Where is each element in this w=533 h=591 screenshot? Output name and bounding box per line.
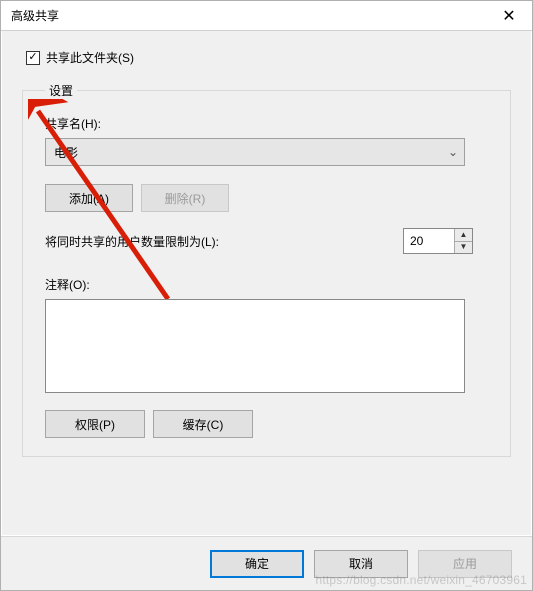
share-folder-label: 共享此文件夹(S) <box>46 49 134 66</box>
settings-group: 设置 共享名(H): 电影 ⌄ 添加(A) 删除(R) 将同时共享的用户数量限制… <box>22 82 511 457</box>
share-name-combobox[interactable]: 电影 ⌄ <box>45 138 465 166</box>
spinner-arrows: ▲ ▼ <box>454 229 472 253</box>
share-name-buttons: 添加(A) 删除(R) <box>45 184 490 212</box>
share-folder-row: ✓ 共享此文件夹(S) <box>26 49 511 66</box>
user-limit-value[interactable]: 20 <box>404 229 454 253</box>
apply-button: 应用 <box>418 550 512 578</box>
user-limit-row: 将同时共享的用户数量限制为(L): 20 ▲ ▼ <box>45 228 473 254</box>
cancel-button[interactable]: 取消 <box>314 550 408 578</box>
perm-cache-row: 权限(P) 缓存(C) <box>45 410 490 438</box>
ok-button[interactable]: 确定 <box>210 550 304 578</box>
remove-button: 删除(R) <box>141 184 229 212</box>
comment-label: 注释(O): <box>45 276 490 293</box>
chevron-down-icon: ⌄ <box>448 145 458 159</box>
user-limit-label: 将同时共享的用户数量限制为(L): <box>45 233 219 250</box>
cache-button[interactable]: 缓存(C) <box>153 410 253 438</box>
share-folder-checkbox[interactable]: ✓ <box>26 51 40 65</box>
share-name-value: 电影 <box>54 144 78 161</box>
dialog-content: ✓ 共享此文件夹(S) 设置 共享名(H): 电影 ⌄ 添加(A) 删除(R) … <box>1 31 532 536</box>
check-icon: ✓ <box>28 52 37 63</box>
add-button[interactable]: 添加(A) <box>45 184 133 212</box>
advanced-sharing-dialog: 高级共享 ✕ ✓ 共享此文件夹(S) 设置 共享名(H): 电影 ⌄ <box>0 0 533 591</box>
dialog-title: 高级共享 <box>11 7 59 24</box>
dialog-footer: 确定 取消 应用 <box>1 536 532 590</box>
comment-field[interactable] <box>45 299 465 393</box>
spinner-down-icon[interactable]: ▼ <box>455 242 472 254</box>
settings-legend: 设置 <box>45 82 77 99</box>
user-limit-spinner[interactable]: 20 ▲ ▼ <box>403 228 473 254</box>
share-name-label: 共享名(H): <box>45 115 490 132</box>
close-icon: ✕ <box>502 6 515 26</box>
permissions-button[interactable]: 权限(P) <box>45 410 145 438</box>
titlebar: 高级共享 ✕ <box>1 1 532 31</box>
close-button[interactable]: ✕ <box>486 1 532 30</box>
spinner-up-icon[interactable]: ▲ <box>455 229 472 242</box>
